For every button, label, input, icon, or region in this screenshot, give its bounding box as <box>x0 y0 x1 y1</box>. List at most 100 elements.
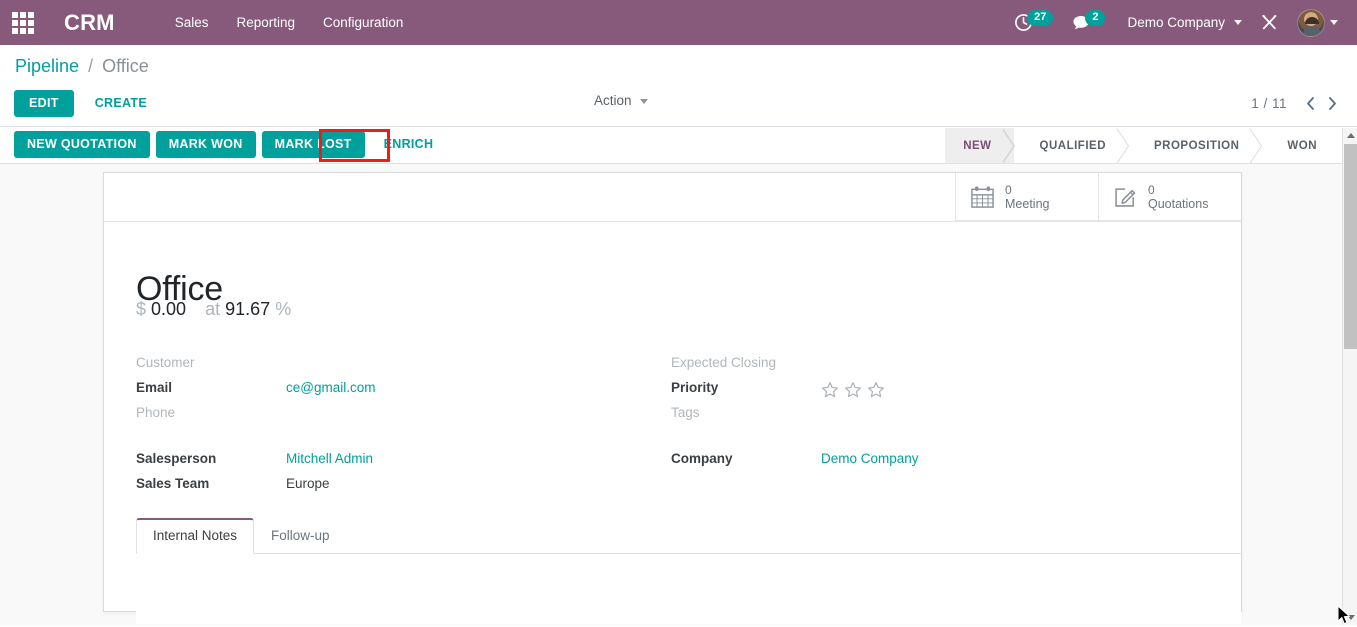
field-priority[interactable]: Priority <box>671 378 1171 402</box>
create-button[interactable]: CREATE <box>82 90 160 117</box>
calendar-icon <box>970 185 995 209</box>
field-value: Mitchell Admin <box>286 449 373 466</box>
action-dropdown[interactable]: Action <box>594 93 649 108</box>
chevron-left-icon <box>1306 96 1314 110</box>
tab-follow-up[interactable]: Follow-up <box>254 518 347 554</box>
quotations-count: 0 <box>1148 182 1155 197</box>
field-group-gap <box>671 428 1171 449</box>
grid-cell <box>28 19 34 26</box>
field-label: Customer <box>136 355 195 370</box>
statusbar-row: NEW QUOTATION MARK WON MARK LOST ENRICH … <box>0 127 1342 164</box>
quotations-label: Quotations <box>1148 196 1209 211</box>
field-label: Expected Closing <box>671 355 777 370</box>
messaging-menu[interactable]: 2 <box>1062 0 1114 45</box>
menu-item-reporting[interactable]: Reporting <box>222 0 309 45</box>
record-form-sheet: 0 Meeting 0 Quotations Office $ 0.00 at … <box>103 172 1242 624</box>
stat-button-box: 0 Meeting 0 Quotations <box>955 173 1241 221</box>
grid-cell <box>20 27 26 34</box>
stage-arrow-inner <box>1000 127 1013 164</box>
scrollbar-up-button[interactable] <box>1343 128 1357 143</box>
pager-next-button[interactable] <box>1321 92 1343 114</box>
statusbar-action-buttons: NEW QUOTATION MARK WON MARK LOST ENRICH <box>14 131 452 158</box>
tab-internal-notes[interactable]: Internal Notes <box>136 518 255 554</box>
chevron-down-icon <box>1234 20 1242 25</box>
field-phone[interactable]: Phone <box>136 403 636 427</box>
grid-cell <box>28 11 34 18</box>
enrich-button[interactable]: ENRICH <box>370 131 447 158</box>
stage-qualified[interactable]: QUALIFIED <box>1013 127 1130 164</box>
salesperson-link[interactable]: Mitchell Admin <box>286 451 373 466</box>
field-value: ce@gmail.com <box>286 378 375 395</box>
vertical-scrollbar[interactable] <box>1342 128 1357 625</box>
email-link[interactable]: ce@gmail.com <box>286 380 375 395</box>
internal-notes-content[interactable] <box>136 554 1241 624</box>
action-label: Action <box>594 93 632 108</box>
crossed-tools-icon <box>1260 13 1279 32</box>
company-name-label: Demo Company <box>1127 15 1225 30</box>
meeting-count: 0 <box>1005 182 1012 197</box>
field-label: Salesperson <box>136 451 217 466</box>
chevron-down-icon <box>640 98 649 104</box>
mark-lost-button[interactable]: MARK LOST <box>261 131 365 158</box>
meeting-label: Meeting <box>1005 196 1050 211</box>
field-value <box>821 378 890 399</box>
scrollbar-thumb[interactable] <box>1344 144 1357 349</box>
mark-won-button[interactable]: MARK WON <box>155 131 256 158</box>
star-outline-icon <box>868 382 884 398</box>
user-menu[interactable] <box>1288 0 1347 45</box>
stage-arrow-inner <box>1116 127 1129 164</box>
notebook-tabs: Internal Notes Follow-up <box>136 518 1241 554</box>
chevron-down-icon <box>1330 20 1338 25</box>
grid-cell <box>28 27 34 34</box>
menu-item-configuration[interactable]: Configuration <box>309 0 417 45</box>
currency-symbol: $ <box>136 299 147 319</box>
stage-proposition[interactable]: PROPOSITION <box>1128 127 1263 164</box>
breadcrumb-item-pipeline[interactable]: Pipeline <box>15 56 79 76</box>
app-brand-crm[interactable]: CRM <box>64 10 115 36</box>
field-expected-closing[interactable]: Expected Closing <box>671 353 1171 377</box>
chevron-right-icon <box>1328 96 1336 110</box>
company-link[interactable]: Demo Company <box>821 451 919 466</box>
form-column-left: Customer Email ce@gmail.com Phone Salesp… <box>136 353 636 499</box>
field-label: Priority <box>671 380 719 395</box>
form-background: 0 Meeting 0 Quotations Office $ 0.00 at … <box>0 164 1342 625</box>
field-value: Europe <box>286 476 330 491</box>
field-label: Sales Team <box>136 476 210 491</box>
expected-revenue-summary: $ 0.00 at 91.67 % <box>136 299 291 320</box>
breadcrumb: Pipeline / Office <box>15 53 149 79</box>
edit-button[interactable]: EDIT <box>14 90 74 117</box>
company-switcher[interactable]: Demo Company <box>1114 0 1251 45</box>
messaging-count-badge: 2 <box>1085 9 1106 26</box>
activity-menu[interactable]: 27 <box>1005 0 1062 45</box>
field-company[interactable]: Company Demo Company <box>671 449 1171 473</box>
field-sales-team[interactable]: Sales Team Europe <box>136 474 636 498</box>
grid-cell <box>12 11 18 18</box>
stat-button-meeting[interactable]: 0 Meeting <box>955 173 1098 221</box>
stat-button-quotations[interactable]: 0 Quotations <box>1098 173 1241 221</box>
field-label: Email <box>136 380 173 395</box>
apps-menu-grid-icon[interactable] <box>10 10 36 36</box>
stage-won[interactable]: WON <box>1261 128 1327 163</box>
stage-arrow-inner <box>1249 127 1262 164</box>
field-email[interactable]: Email ce@gmail.com <box>136 378 636 402</box>
field-tags[interactable]: Tags <box>671 403 1171 427</box>
top-navbar: CRM Sales Reporting Configuration 27 2 D… <box>0 0 1357 45</box>
breadcrumb-separator: / <box>88 56 94 76</box>
scrollbar-down-button[interactable] <box>1343 610 1357 625</box>
new-quotation-button[interactable]: NEW QUOTATION <box>14 131 150 158</box>
stage-new[interactable]: NEW <box>945 127 1015 164</box>
field-customer[interactable]: Customer <box>136 353 636 377</box>
star-outline-icon <box>845 382 861 398</box>
field-label: Tags <box>671 405 700 420</box>
star-outline-icon <box>822 382 838 398</box>
field-value: Demo Company <box>821 449 919 466</box>
grid-cell <box>12 19 18 26</box>
pager-previous-button[interactable] <box>1299 92 1321 114</box>
priority-star-rating[interactable] <box>821 380 890 399</box>
navbar-systray: 27 2 Demo Company <box>1005 0 1357 45</box>
field-salesperson[interactable]: Salesperson Mitchell Admin <box>136 449 636 473</box>
developer-tools-menu[interactable] <box>1251 0 1288 45</box>
at-word: at <box>205 299 221 319</box>
menu-item-sales[interactable]: Sales <box>161 0 223 45</box>
field-label: Phone <box>136 405 176 420</box>
